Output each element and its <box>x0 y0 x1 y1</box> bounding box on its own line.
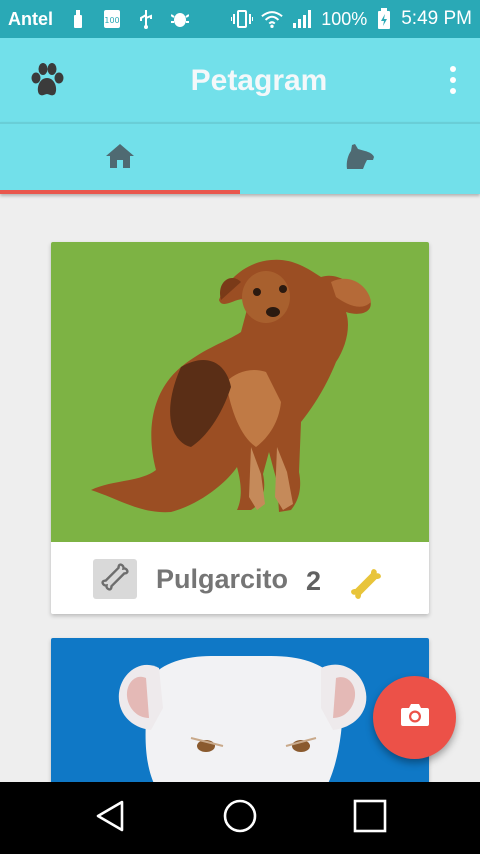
camera-icon <box>400 703 430 732</box>
usb-symbol-icon <box>135 8 157 30</box>
bone-like-icon <box>346 564 386 604</box>
android-debug-icon <box>169 8 191 30</box>
pet-card: Pulgarcito 2 <box>51 242 429 614</box>
wifi-icon <box>261 8 283 30</box>
svg-text:100: 100 <box>104 16 119 25</box>
like-count: 2 <box>306 566 322 596</box>
back-button[interactable] <box>88 798 132 838</box>
home-icon <box>105 143 135 174</box>
back-icon <box>95 799 125 838</box>
clock: 5:49 PM <box>401 8 472 29</box>
signal-icon <box>291 8 313 30</box>
app-bar: Petagram <box>0 38 480 122</box>
usb-icon <box>67 8 89 30</box>
pet-photo[interactable] <box>51 242 429 542</box>
tab-indicator <box>0 190 240 194</box>
dog-icon <box>345 142 375 175</box>
tab-bar <box>0 122 480 194</box>
bone-rating-button[interactable] <box>93 559 137 599</box>
battery-charging-icon <box>373 8 395 30</box>
tab-home[interactable] <box>0 122 240 194</box>
camera-fab[interactable] <box>373 676 456 759</box>
more-vert-icon[interactable] <box>448 66 458 94</box>
recents-button[interactable] <box>348 798 392 838</box>
carrier-name: Antel <box>8 8 53 29</box>
battery-100-icon: 100 <box>101 8 123 30</box>
vibrate-icon <box>231 8 254 30</box>
pet-caption: Pulgarcito 2 <box>51 542 429 614</box>
screen: Antel 100 100% 5:49 PM Petagram Pulgarci… <box>0 0 480 854</box>
status-bar: Antel 100 100% 5:49 PM <box>0 0 480 38</box>
home-button[interactable] <box>218 798 262 838</box>
pet-name: Pulgarcito <box>156 564 289 594</box>
home-circle-icon <box>222 798 258 839</box>
app-title: Petagram <box>190 64 328 97</box>
system-nav-bar <box>0 782 480 854</box>
recents-icon <box>353 799 387 838</box>
battery-percent: 100% <box>321 8 368 29</box>
bone-outline-icon <box>98 560 132 599</box>
tab-dog[interactable] <box>240 122 480 194</box>
status-right-group: 100% 5:49 PM <box>231 8 472 30</box>
